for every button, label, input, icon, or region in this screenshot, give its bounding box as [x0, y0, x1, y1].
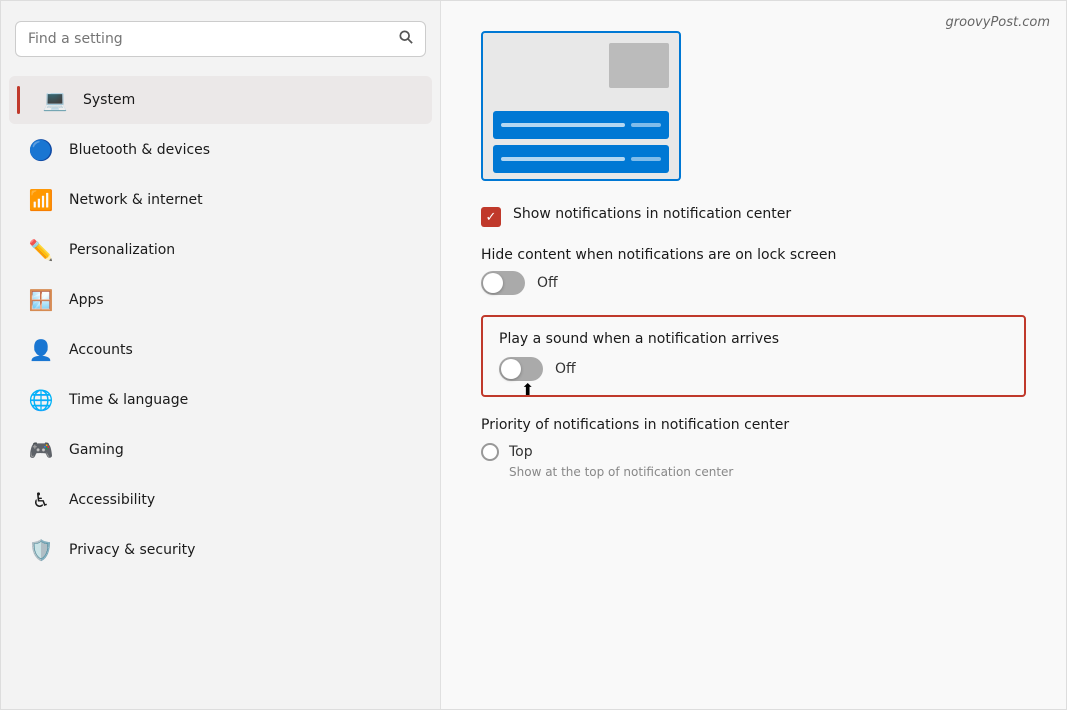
priority-section: Priority of notifications in notificatio… — [481, 417, 1026, 479]
sidebar-item-bluetooth[interactable]: 🔵 Bluetooth & devices — [9, 126, 432, 174]
priority-top-row: Top — [481, 443, 1026, 461]
show-notifications-label: Show notifications in notification cente… — [513, 205, 791, 225]
apps-icon: 🪟 — [27, 286, 55, 314]
priority-top-radio[interactable] — [481, 443, 499, 461]
sidebar-item-apps[interactable]: 🪟 Apps — [9, 276, 432, 324]
sidebar-item-accounts[interactable]: 👤 Accounts — [9, 326, 432, 374]
sidebar-label-apps: Apps — [69, 292, 104, 308]
sidebar-label-network: Network & internet — [69, 192, 203, 208]
main-content: groovyPost.com ✓ Show notifications in n… — [441, 1, 1066, 709]
sidebar-label-accounts: Accounts — [69, 342, 133, 358]
priority-label: Priority of notifications in notificatio… — [481, 417, 1026, 433]
sidebar-label-bluetooth: Bluetooth & devices — [69, 142, 210, 158]
sound-notification-box: Play a sound when a notification arrives… — [481, 315, 1026, 397]
sidebar-label-personalization: Personalization — [69, 242, 175, 258]
preview-gray-box — [609, 43, 669, 88]
notification-preview — [481, 31, 681, 181]
sound-toggle[interactable]: ⬆ — [499, 357, 543, 381]
sidebar-item-network[interactable]: 📶 Network & internet — [9, 176, 432, 224]
priority-sub-text: Show at the top of notification center — [509, 465, 1026, 479]
sidebar-item-gaming[interactable]: 🎮 Gaming — [9, 426, 432, 474]
system-icon: 💻 — [41, 86, 69, 114]
sidebar-label-time: Time & language — [69, 392, 188, 408]
sidebar-label-gaming: Gaming — [69, 442, 124, 458]
toggle-knob — [483, 273, 503, 293]
sidebar-item-privacy[interactable]: 🛡️ Privacy & security — [9, 526, 432, 574]
sidebar-label-accessibility: Accessibility — [69, 492, 155, 508]
show-notifications-checkbox[interactable]: ✓ — [481, 207, 501, 227]
cursor-indicator: ⬆ — [521, 380, 534, 399]
network-icon: 📶 — [27, 186, 55, 214]
priority-top-label: Top — [509, 444, 533, 460]
bluetooth-icon: 🔵 — [27, 136, 55, 164]
sidebar-item-personalization[interactable]: ✏️ Personalization — [9, 226, 432, 274]
search-box[interactable] — [15, 21, 426, 57]
hide-content-toggle-label: Off — [537, 275, 558, 291]
accessibility-icon: ♿ — [27, 486, 55, 514]
sidebar-item-system[interactable]: 💻 System — [9, 76, 432, 124]
sidebar-item-time[interactable]: 🌐 Time & language — [9, 376, 432, 424]
time-icon: 🌐 — [27, 386, 55, 414]
sound-toggle-label: Off — [555, 361, 576, 377]
settings-window: 💻 System 🔵 Bluetooth & devices 📶 Network… — [0, 0, 1067, 710]
hide-content-toggle-row: Off — [481, 271, 1026, 295]
watermark-text: groovyPost.com — [946, 15, 1050, 30]
privacy-icon: 🛡️ — [27, 536, 55, 564]
show-notifications-row: ✓ Show notifications in notification cen… — [481, 205, 1026, 227]
hide-content-row: Hide content when notifications are on l… — [481, 247, 1026, 295]
sound-notification-label: Play a sound when a notification arrives — [499, 331, 1008, 347]
personalization-icon: ✏️ — [27, 236, 55, 264]
search-icon — [399, 30, 413, 48]
sound-toggle-knob — [501, 359, 521, 379]
sound-toggle-row: ⬆ Off — [499, 357, 1008, 381]
preview-bar-2 — [493, 145, 669, 173]
search-input[interactable] — [28, 31, 391, 47]
sidebar-label-privacy: Privacy & security — [69, 542, 195, 558]
hide-content-label: Hide content when notifications are on l… — [481, 247, 1026, 263]
checkmark-icon: ✓ — [486, 210, 497, 225]
sidebar: 💻 System 🔵 Bluetooth & devices 📶 Network… — [1, 1, 441, 709]
accounts-icon: 👤 — [27, 336, 55, 364]
hide-content-toggle[interactable] — [481, 271, 525, 295]
sidebar-item-accessibility[interactable]: ♿ Accessibility — [9, 476, 432, 524]
sidebar-label-system: System — [83, 92, 135, 108]
gaming-icon: 🎮 — [27, 436, 55, 464]
preview-bar-1 — [493, 111, 669, 139]
